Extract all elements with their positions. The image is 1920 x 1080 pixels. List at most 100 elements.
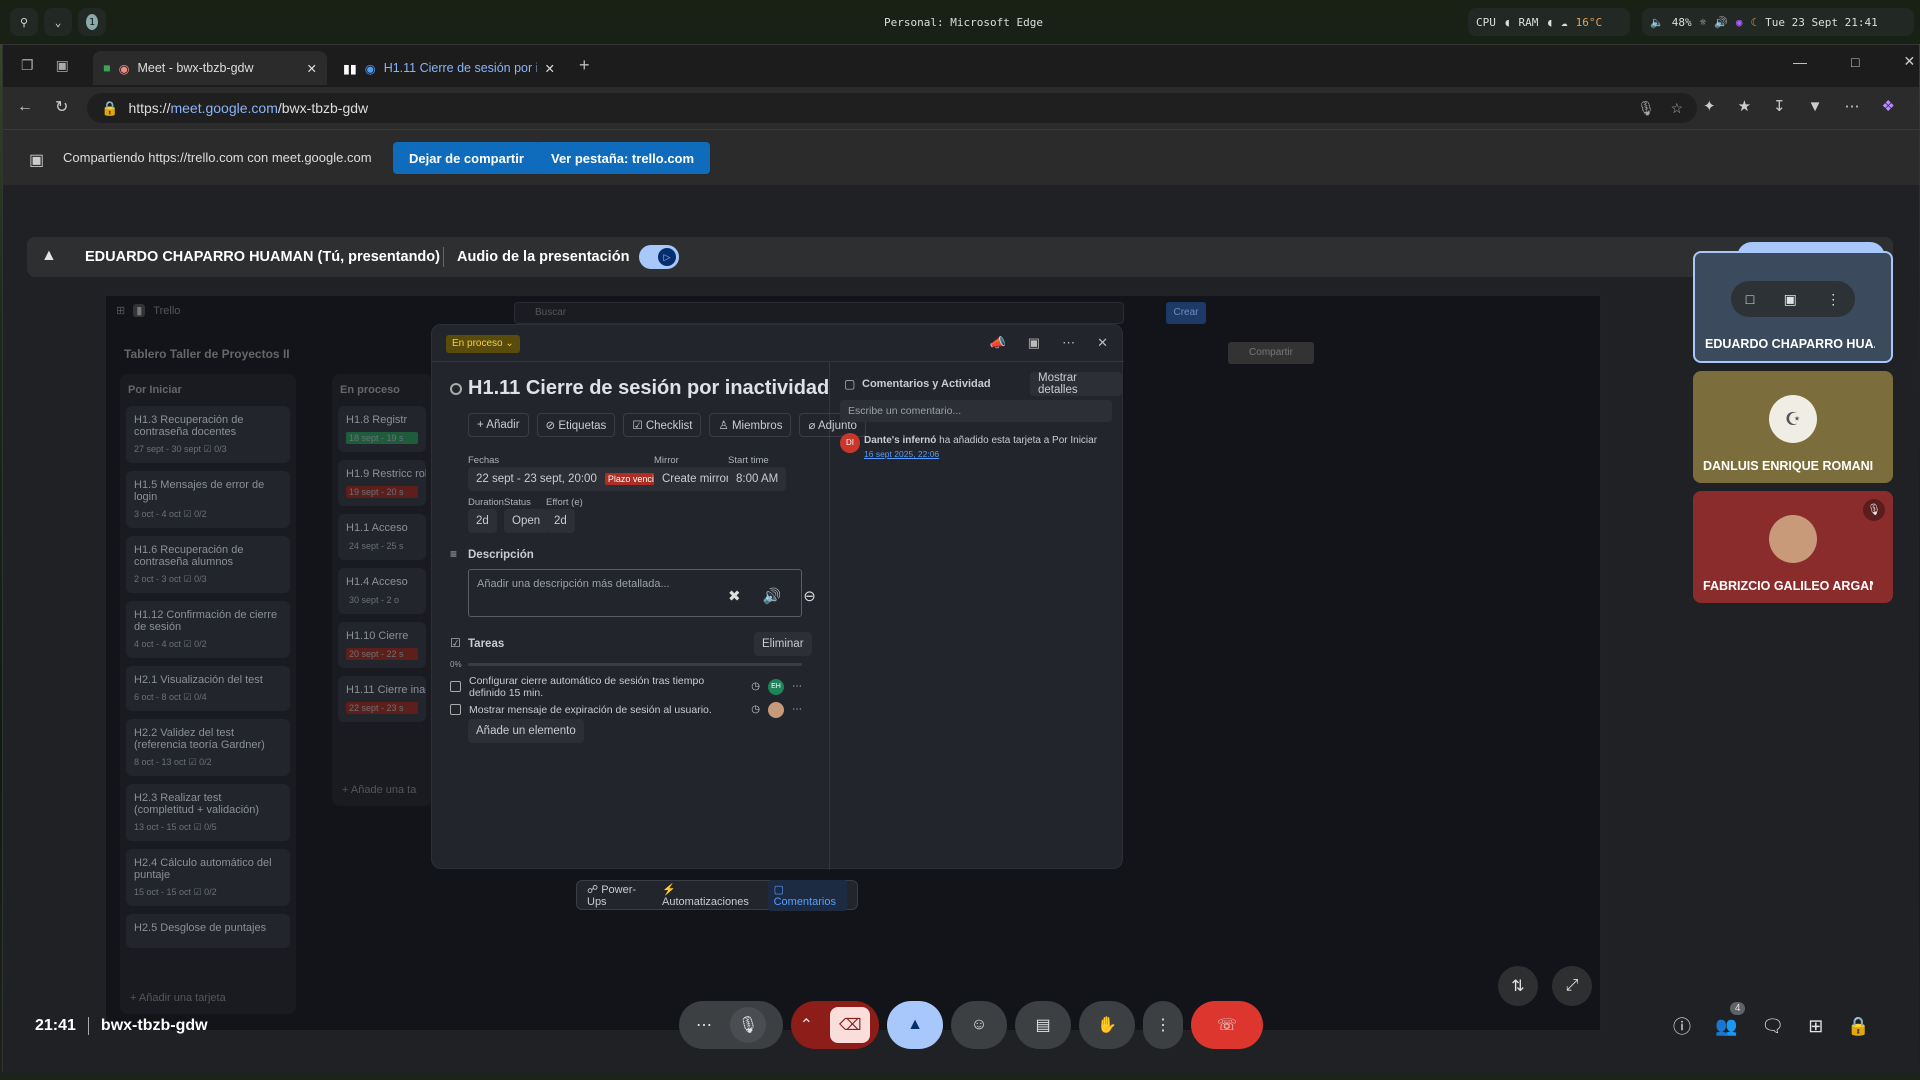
back-icon[interactable]: ←	[17, 98, 33, 116]
reload-icon[interactable]: ↻	[55, 97, 68, 117]
mic-icon[interactable]: 🎙	[730, 1007, 766, 1043]
card-action-button[interactable]: + Añadir	[468, 413, 529, 437]
activities-icon[interactable]: ⊞	[1808, 1016, 1823, 1037]
start-time-field[interactable]: 8:00 AM	[728, 467, 787, 491]
delete-checklist-button[interactable]: Eliminar	[754, 632, 812, 656]
card-title[interactable]: H1.11 Cierre de sesión por inactividad	[468, 377, 829, 400]
tab-meet[interactable]: ■ ◉ Meet - bwx-tbzb-gdw ✕	[93, 51, 327, 85]
present-button[interactable]: ▲	[887, 1001, 943, 1049]
megaphone-icon[interactable]: 📣	[990, 335, 1006, 351]
people-icon[interactable]: 👥 4	[1715, 1001, 1746, 1037]
leave-call-button[interactable]: ☏	[1191, 1001, 1263, 1049]
trello-search: Buscar	[514, 302, 1124, 324]
view-tab-button[interactable]: Ver pestaña: trello.com	[535, 142, 711, 174]
checklist-item[interactable]: Mostrar mensaje de expiración de sesión …	[450, 698, 802, 721]
meet-area: ▲ EDUARDO CHAPARRO HUAMAN (Tú, presentan…	[3, 185, 1919, 1073]
more-button[interactable]: ⋮	[1143, 1001, 1183, 1049]
card-action-button[interactable]: ☑ Checklist	[623, 413, 702, 437]
audio-toggle[interactable]: ▷	[639, 245, 679, 269]
status-dropdown[interactable]: En proceso ⌄	[446, 335, 520, 353]
app-icon[interactable]: ◉	[1736, 16, 1743, 29]
add-item-button[interactable]: Añade un elemento	[468, 719, 584, 743]
swap-icon[interactable]: ⇅	[1498, 966, 1538, 1006]
more-vert-icon[interactable]: ⋮	[1826, 291, 1840, 308]
checkbox[interactable]	[450, 704, 461, 715]
clock-icon[interactable]: ◷	[751, 704, 760, 715]
comments-tab[interactable]: ▢ Comentarios	[767, 879, 848, 911]
focus-icon[interactable]: □	[1746, 291, 1754, 307]
new-tab-button[interactable]: +	[579, 55, 590, 76]
status-label: En proceso	[452, 338, 503, 349]
speaker-icon[interactable]: 🔊	[1714, 16, 1728, 29]
clock-text: Tue 23 Sept 21:41	[1765, 15, 1878, 29]
tab-trello[interactable]: ▮▮ ◉ H1.11 Cierre de sesión por in ✕	[333, 51, 565, 85]
captions-button[interactable]: ▤	[1015, 1001, 1071, 1049]
checkbox[interactable]	[450, 681, 461, 692]
emoji-button[interactable]: ☺	[951, 1001, 1007, 1049]
power-ups-tab[interactable]: ☍ Power-Ups	[587, 883, 648, 908]
status-field[interactable]: Open	[504, 509, 549, 533]
close-icon[interactable]: ✕	[1097, 335, 1108, 351]
shield-icon[interactable]: ▼	[1808, 98, 1823, 115]
more-icon[interactable]: ⋯	[792, 681, 802, 692]
tab-actions-icon[interactable]: ▣	[56, 57, 69, 74]
participant-tile-self[interactable]: □ ▣ ⋮ EDUARDO CHAPARRO HUA...	[1693, 251, 1893, 363]
favorites-icon[interactable]: ★	[1738, 97, 1751, 115]
active-window-title: Personal: Microsoft Edge	[876, 8, 1051, 36]
list-card: H2.2 Validez del test (referencia teoría…	[126, 719, 290, 776]
chevron-down-icon[interactable]: ⌄	[44, 8, 72, 36]
card-action-button[interactable]: ⊘ Etiquetas	[536, 413, 616, 437]
chat-icon[interactable]: 🗨	[1761, 1016, 1784, 1037]
show-details-button[interactable]: Mostrar detalles	[1030, 372, 1122, 396]
activity-date-link[interactable]: 16 sept 2025, 22:06	[864, 449, 939, 459]
card-meta: 3 oct - 4 oct ☑ 0/2	[134, 509, 207, 519]
brightness-icon[interactable]: ☼	[1700, 16, 1707, 29]
close-icon[interactable]: ✕	[545, 61, 555, 76]
minimize-button[interactable]: —	[1793, 54, 1807, 70]
more-icon[interactable]: ⋯	[792, 704, 802, 715]
workspace-indicator[interactable]: 1	[78, 8, 106, 36]
copilot-icon[interactable]: ❖	[1881, 97, 1894, 115]
checklist-item[interactable]: Configurar cierre automático de sesión t…	[450, 675, 802, 699]
list-card: H1.10 Cierre 20 sept - 22 s	[338, 622, 426, 668]
chevron-up-icon[interactable]: ⌃	[800, 1015, 813, 1035]
extensions-icon[interactable]: ✦	[1703, 97, 1716, 115]
mic-icon[interactable]: 🎙	[1637, 100, 1655, 117]
close-icon[interactable]: ✕	[307, 61, 317, 76]
automations-tab[interactable]: ⚡ Automatizaciones	[662, 883, 754, 908]
stop-sharing-button[interactable]: Dejar de compartir	[393, 142, 540, 174]
create-mirror-button[interactable]: Create mirror	[654, 467, 738, 491]
maximize-button[interactable]: □	[1851, 54, 1859, 70]
close-window-button[interactable]: ✕	[1903, 53, 1915, 70]
host-controls-icon[interactable]: 🔒	[1847, 1016, 1869, 1037]
start-time-label: Start time	[728, 455, 769, 466]
fullscreen-icon[interactable]: ⤢	[1552, 966, 1592, 1006]
speaker-icon[interactable]: 🔊	[763, 587, 782, 605]
duration-field[interactable]: 2d	[468, 509, 497, 533]
volume-icon[interactable]: 🔈	[1650, 16, 1664, 29]
workspaces-icon[interactable]: ❐	[21, 57, 34, 74]
more-options-icon[interactable]: ⋯	[696, 1015, 712, 1035]
search-icon[interactable]: ⚲	[10, 8, 38, 36]
image-icon[interactable]: ▣	[1028, 335, 1040, 351]
more-icon[interactable]: ⋯	[1844, 97, 1859, 115]
favorite-star-icon[interactable]: ☆	[1670, 100, 1683, 117]
complete-checkbox[interactable]	[450, 383, 462, 395]
participant-tile[interactable]: ☪ DANLUIS ENRIQUE ROMANI ...	[1693, 371, 1893, 483]
effort-field[interactable]: 2d	[546, 509, 575, 533]
info-icon[interactable]: ⓘ	[1673, 1013, 1691, 1039]
pin-off-icon[interactable]: ✖	[728, 587, 741, 605]
downloads-icon[interactable]: ↧	[1773, 97, 1786, 115]
progress-percent: 0%	[450, 660, 462, 669]
clock-icon[interactable]: ◷	[751, 681, 760, 692]
minus-circle-icon[interactable]: ⊖	[803, 587, 816, 605]
more-icon[interactable]: ⋯	[1062, 335, 1075, 351]
card-action-button[interactable]: ♙ Miembros	[709, 413, 792, 437]
comment-input[interactable]: Escribe un comentario...	[840, 400, 1112, 422]
presentation-bar: ▲ EDUARDO CHAPARRO HUAMAN (Tú, presentan…	[27, 237, 1893, 277]
raise-hand-button[interactable]: ✋	[1079, 1001, 1135, 1049]
participant-tile[interactable]: 🎙 FABRIZCIO GALILEO ARGAN...	[1693, 491, 1893, 603]
camera-off-icon[interactable]: ⌫	[830, 1007, 871, 1043]
night-icon[interactable]: ☾	[1751, 16, 1758, 29]
url-input[interactable]: 🔒 https://meet.google.com/bwx-tbzb-gdw 🎙…	[87, 93, 1697, 123]
